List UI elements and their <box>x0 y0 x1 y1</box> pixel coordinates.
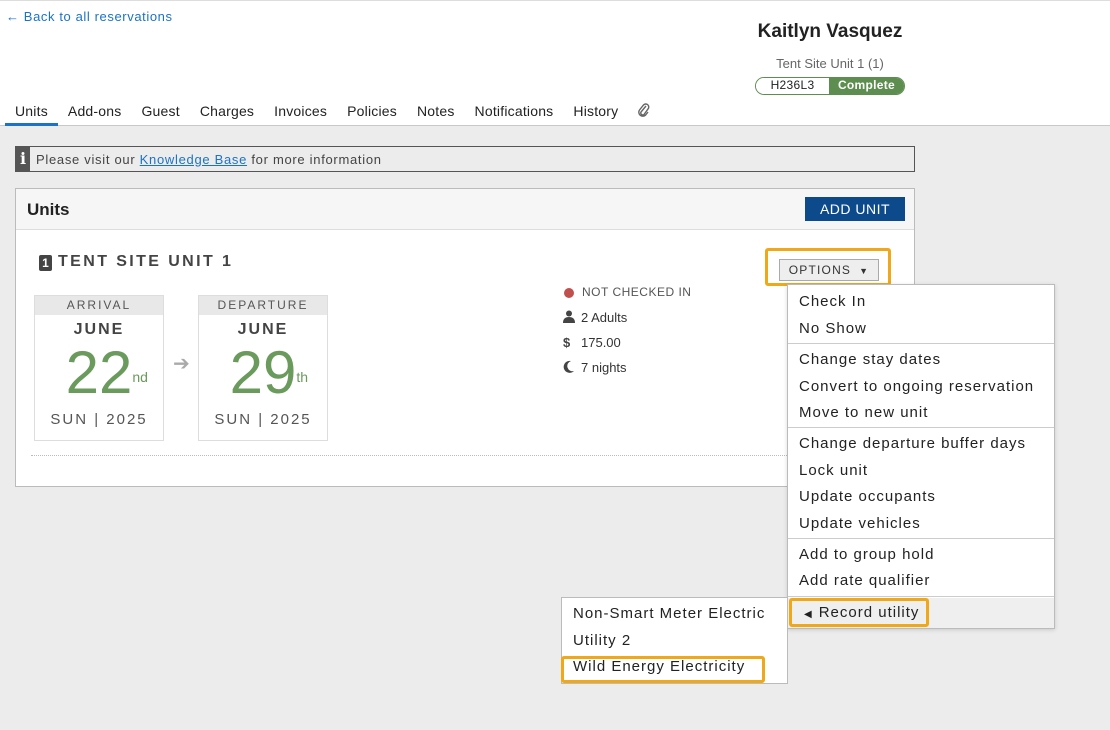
dollar-icon: $ <box>563 335 571 350</box>
amount-value: 175.00 <box>581 335 621 350</box>
unit-name: TENT SITE UNIT 1 <box>58 253 234 270</box>
tab-history[interactable]: History <box>573 101 618 126</box>
menu-divider <box>788 343 1054 344</box>
check-status: NOT CHECKED IN <box>582 285 692 299</box>
arrival-date-card: ARRIVAL JUNE 22nd SUN | 2025 <box>34 295 164 441</box>
menu-add-rate-qualifier[interactable]: Add rate qualifier <box>799 572 930 589</box>
arrow-right-icon: ➔ <box>173 353 190 375</box>
options-label: OPTIONS <box>788 263 852 277</box>
knowledge-base-notice: i Please visit our Knowledge Base for mo… <box>15 146 915 172</box>
arrival-day-suffix: nd <box>132 369 148 385</box>
tab-notes[interactable]: Notes <box>417 101 455 126</box>
departure-day: 29 <box>229 339 297 406</box>
departure-label: DEPARTURE <box>199 296 327 315</box>
units-panel-header: Units ADD UNIT <box>16 189 914 230</box>
menu-change-stay-dates[interactable]: Change stay dates <box>799 351 941 368</box>
menu-divider <box>788 427 1054 428</box>
options-button[interactable]: OPTIONS ▼ <box>779 259 879 281</box>
menu-change-buffer-days[interactable]: Change departure buffer days <box>799 435 1026 452</box>
tab-notifications[interactable]: Notifications <box>475 101 554 126</box>
moon-icon <box>563 360 581 376</box>
tab-invoices[interactable]: Invoices <box>274 101 327 126</box>
departure-day-suffix: th <box>296 369 309 385</box>
nights-count: 7 nights <box>581 360 627 375</box>
arrival-day-wrap: 22nd <box>35 343 163 403</box>
amount-row: $ 175.00 <box>563 335 691 360</box>
tab-add-ons[interactable]: Add-ons <box>68 101 122 126</box>
unit-stats: NOT CHECKED IN 2 Adults $ 175.00 7 night… <box>563 285 691 385</box>
submenu-non-smart-meter-electric[interactable]: Non-Smart Meter Electric <box>573 605 765 622</box>
options-menu: Check In No Show Change stay dates Conve… <box>787 284 1055 629</box>
menu-divider <box>788 538 1054 539</box>
info-icon: i <box>16 147 30 171</box>
departure-month: JUNE <box>237 321 289 338</box>
reservation-tabs: Units Add-ons Guest Charges Invoices Pol… <box>5 101 650 126</box>
tab-guest[interactable]: Guest <box>141 101 179 126</box>
notice-prefix: Please visit our <box>36 151 140 167</box>
notice-text: Please visit our Knowledge Base for more… <box>36 152 382 167</box>
menu-convert-ongoing[interactable]: Convert to ongoing reservation <box>799 378 1034 395</box>
record-utility-highlight <box>789 598 929 627</box>
wild-energy-highlight <box>561 656 765 683</box>
adults-count: 2 Adults <box>581 310 628 325</box>
menu-update-vehicles[interactable]: Update vehicles <box>799 515 921 532</box>
menu-add-group-hold[interactable]: Add to group hold <box>799 546 934 563</box>
arrival-month: JUNE <box>73 321 125 338</box>
units-panel-title: Units <box>27 200 70 219</box>
menu-lock-unit[interactable]: Lock unit <box>799 462 868 479</box>
caret-down-icon: ▼ <box>859 266 870 276</box>
add-unit-button[interactable]: ADD UNIT <box>805 197 905 221</box>
tab-policies[interactable]: Policies <box>347 101 397 126</box>
departure-day-wrap: 29th <box>199 343 327 403</box>
tab-charges[interactable]: Charges <box>200 101 254 126</box>
reservation-code: H236L3 <box>756 78 829 94</box>
reservation-header: ← Back to all reservations Kaitlyn Vasqu… <box>0 0 1110 126</box>
check-status-row: NOT CHECKED IN <box>563 285 691 310</box>
unit-divider <box>31 455 901 456</box>
person-icon <box>563 310 581 326</box>
units-panel: Units ADD UNIT 1 TENT SITE UNIT 1 ARRIVA… <box>15 188 915 487</box>
nights-row: 7 nights <box>563 360 691 385</box>
knowledge-base-link[interactable]: Knowledge Base <box>140 152 247 167</box>
back-to-reservations-link[interactable]: ← Back to all reservations <box>6 9 173 24</box>
adults-row: 2 Adults <box>563 310 691 335</box>
arrival-label: ARRIVAL <box>35 296 163 315</box>
guest-name: Kaitlyn Vasquez <box>757 21 903 42</box>
menu-check-in[interactable]: Check In <box>799 293 866 310</box>
notice-suffix: for more information <box>247 151 382 167</box>
submenu-utility-2[interactable]: Utility 2 <box>573 632 631 649</box>
menu-no-show[interactable]: No Show <box>799 320 867 337</box>
status-dot-icon <box>564 288 574 298</box>
departure-date-card: DEPARTURE JUNE 29th SUN | 2025 <box>198 295 328 441</box>
unit-subtitle: Tent Site Unit 1 (1) <box>776 56 884 71</box>
arrival-weekday-year: SUN | 2025 <box>50 411 148 428</box>
menu-move-unit[interactable]: Move to new unit <box>799 404 928 421</box>
paperclip-icon[interactable] <box>638 101 650 126</box>
menu-update-occupants[interactable]: Update occupants <box>799 488 936 505</box>
departure-weekday-year: SUN | 2025 <box>214 411 312 428</box>
menu-divider <box>788 596 1054 597</box>
status-badge: H236L3 Complete <box>755 77 905 95</box>
tab-units[interactable]: Units <box>5 101 58 126</box>
reservation-status: Complete <box>829 78 904 94</box>
unit-number-badge: 1 <box>39 255 52 271</box>
arrival-day: 22 <box>65 339 133 406</box>
